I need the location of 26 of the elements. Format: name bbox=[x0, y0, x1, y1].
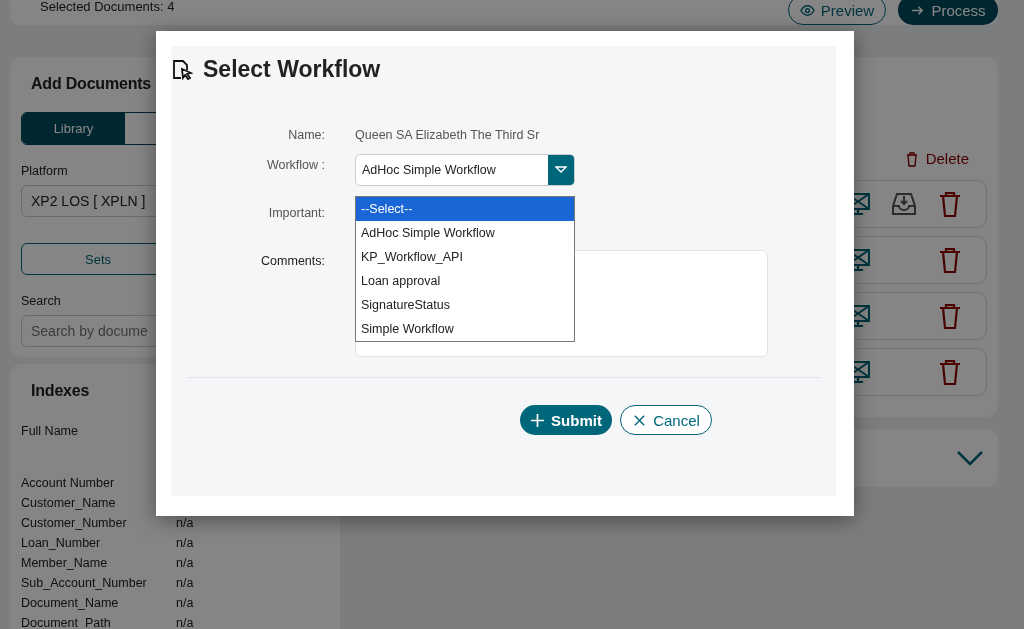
index-label: Customer_Name bbox=[21, 496, 117, 510]
index-label: Account Number bbox=[21, 476, 116, 490]
index-label: Loan_Number bbox=[21, 536, 102, 550]
index-label: Document_Name bbox=[21, 596, 120, 610]
index-label: Document_Path bbox=[21, 616, 112, 629]
field-label: Workflow : bbox=[266, 157, 325, 174]
index-label: Sub_Account_Number bbox=[21, 576, 148, 590]
card-title: Add Documents bbox=[31, 75, 152, 93]
card-title: Indexes bbox=[31, 382, 90, 400]
field-label: Search bbox=[21, 294, 61, 308]
index-value: n/a bbox=[176, 556, 194, 570]
field-label: Important: bbox=[268, 205, 325, 222]
index-value: n/a bbox=[176, 616, 194, 629]
index-value: n/a bbox=[176, 576, 194, 590]
selected-documents-count: Selected Documents: 4 bbox=[40, 0, 175, 14]
index-label: Member_Name bbox=[21, 556, 109, 570]
field-label: Platform bbox=[21, 164, 68, 178]
name-value: Queen SA Elizabeth The Third Sr bbox=[355, 127, 541, 144]
index-value: n/a bbox=[176, 536, 194, 550]
index-label: Full Name bbox=[21, 424, 78, 438]
index-value: n/a bbox=[176, 516, 194, 530]
field-label: Comments: bbox=[261, 253, 325, 270]
dialog-title: Select Workflow bbox=[203, 56, 381, 83]
field-label: Name: bbox=[288, 127, 325, 144]
index-label: Customer_Number bbox=[21, 516, 128, 530]
index-value: n/a bbox=[176, 596, 194, 610]
